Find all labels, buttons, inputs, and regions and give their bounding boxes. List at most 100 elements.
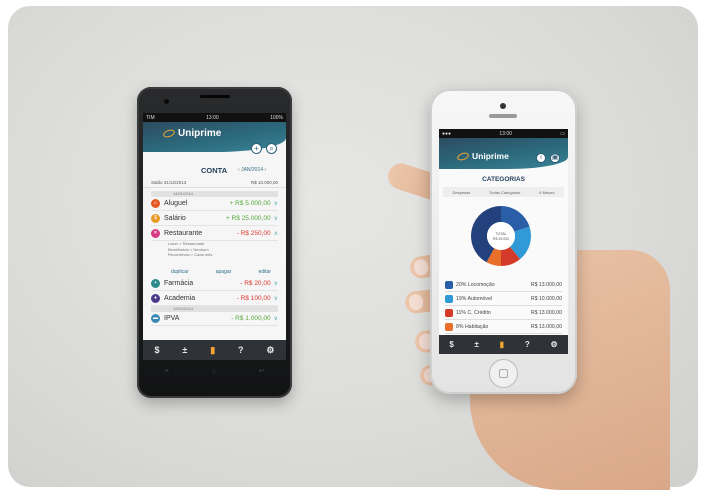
iphone-screen: ●●● 13:00 ▭ Uniprime ‹ ▣ CATEGORIAS Desp… [439,129,568,354]
bus-icon [445,281,453,289]
category-value: R$ 13.000,00 [530,310,562,316]
android-nav-bar: ≡ ⌂ ↩ [143,361,286,381]
transaction-value: + R$ 25.000,00 [225,215,271,222]
transaction-value: + R$ 5.000,00 [229,200,271,207]
app-name: Uniprime [472,151,509,161]
tab-help[interactable]: ? [525,340,530,349]
home-nav-icon[interactable]: ⌂ [211,368,215,375]
category-label: 11% C. Crédito [456,310,491,316]
tab-settings[interactable]: ⚙ [550,340,557,349]
category-label: 8% Habitação [456,324,489,330]
transaction-row[interactable]: ⌂ Aluguel + R$ 5.000,00 ∨ [151,197,278,211]
home-square-icon [499,369,508,378]
home-icon: ⌂ [151,199,160,208]
chevron-down-icon[interactable]: ∨ [274,315,278,322]
home-button[interactable] [489,359,518,388]
edit-link[interactable]: editar [258,269,271,275]
chevron-down-icon[interactable]: ∨ [274,215,278,222]
logo-mark-icon [456,150,470,162]
transaction-detail: Lazer > Restaurante Beneficiário > Nenhu… [168,241,268,258]
filter-tabs: Despesas Todas Categorias 6 Meses [443,187,564,197]
transaction-actions: duplicar apagar editar [171,269,271,275]
restaurant-icon: ✕ [151,229,160,238]
transaction-name: IPVA [164,315,180,322]
transaction-row[interactable]: ▬ IPVA - R$ 1.000,00 ∨ [151,312,278,326]
fingernail [408,293,424,311]
delete-link[interactable]: apagar [216,269,232,275]
title-row: CONTA ‹ JAN/2014 › [143,165,286,178]
detail-recurrence: Recorrência > Cada mês [168,252,213,257]
status-bar: TIM 13:00 100% [143,113,286,122]
category-row[interactable]: 19% Automóvel R$ 10.000,00 [445,293,562,306]
month-label: JAN/2014 [241,167,264,173]
search-button[interactable]: ⌕ [266,143,277,154]
transaction-name: Farmácia [164,280,194,287]
lock-button[interactable]: ▣ [550,153,560,163]
house-icon [445,323,453,331]
pharmacy-icon: + [151,279,160,288]
tab-six-months[interactable]: 6 Meses [539,190,554,195]
transaction-name: Aluguel [164,200,188,207]
duplicate-link[interactable]: duplicar [171,269,189,275]
transaction-value: - R$ 100,00 [236,295,271,302]
category-row[interactable]: 11% C. Crédito R$ 13.000,00 [445,307,562,320]
category-label: 19% Automóvel [456,296,493,302]
page-title: CATEGORIAS [482,176,525,183]
tab-accounts[interactable]: $ [449,340,453,349]
donut-center [487,222,515,250]
tab-bar: $ ± ▮ ? ⚙ [439,335,568,354]
battery-icon: ▭ [560,130,565,137]
transaction-row[interactable]: $ Salário + R$ 25.000,00 ∨ [151,212,278,226]
tab-expenses[interactable]: Despesas [452,190,470,195]
header-actions: + ⌕ [251,143,277,154]
tab-help[interactable]: ? [238,345,244,355]
page-title: CONTA [201,166,228,175]
back-icon[interactable]: ↩ [259,367,265,375]
tab-all-categories[interactable]: Todas Categorias [489,190,520,195]
back-button[interactable]: ‹ [536,153,546,163]
month-selector[interactable]: ‹ JAN/2014 › [238,167,266,173]
chevron-down-icon[interactable]: ∨ [274,280,278,287]
chevron-down-icon[interactable]: ∨ [274,200,278,207]
category-row[interactable]: 20% Locomoção R$ 13.000,00 [445,279,562,292]
category-value: R$ 10.000,00 [530,296,562,302]
car-icon: ▬ [151,314,160,323]
add-button[interactable]: + [251,143,262,154]
battery: 100% [270,114,283,121]
transaction-row[interactable]: ♦ Academia - R$ 100,00 ∨ [151,292,278,306]
tab-transactions[interactable]: ± [182,345,187,355]
transaction-value: - R$ 20,00 [240,280,271,287]
app-logo: Uniprime [162,128,222,139]
chevron-up-icon[interactable]: ∧ [274,230,278,237]
android-screen: TIM 13:00 100% Uniprime + ⌕ CONTA ‹ JAN/… [143,113,286,360]
category-row[interactable]: 8% Habitação R$ 13.000,00 [445,321,562,334]
front-camera [164,99,169,104]
gym-icon: ♦ [151,294,160,303]
tab-accounts[interactable]: $ [154,345,159,355]
tab-reports[interactable]: ▮ [210,345,215,356]
speaker [489,114,517,118]
transaction-value: - R$ 250,00 [236,230,271,237]
donut-total-label: TOTAL [496,232,507,236]
front-camera [500,103,506,109]
app-logo: Uniprime [456,150,509,162]
category-donut-chart[interactable]: TOTAL R$ 25.000 [469,204,533,268]
tab-reports[interactable]: ▮ [500,340,504,349]
tab-settings[interactable]: ⚙ [266,345,274,356]
menu-icon[interactable]: ≡ [164,368,168,375]
tab-transactions[interactable]: ± [475,340,479,349]
app-name: Uniprime [178,128,222,139]
transaction-row[interactable]: + Farmácia - R$ 20,00 ∨ [151,277,278,291]
speaker [200,95,230,98]
logo-mark-icon [162,128,176,139]
header-actions: ‹ ▣ [536,153,560,163]
tab-bar: $ ± ▮ ? ⚙ [143,340,286,360]
balance-label: Saldo 31/12/2013 [151,180,187,185]
balance-value: R$ 10.000,00 [250,180,278,185]
transaction-name: Salário [164,215,186,222]
status-bar: ●●● 13:00 ▭ [439,129,568,138]
chevron-down-icon[interactable]: ∨ [274,295,278,302]
balance-row: Saldo 31/12/2013 R$ 10.000,00 [143,180,286,188]
transaction-row-expanded[interactable]: ✕ Restaurante - R$ 250,00 ∧ [151,227,278,241]
category-value: R$ 13.000,00 [530,282,562,288]
